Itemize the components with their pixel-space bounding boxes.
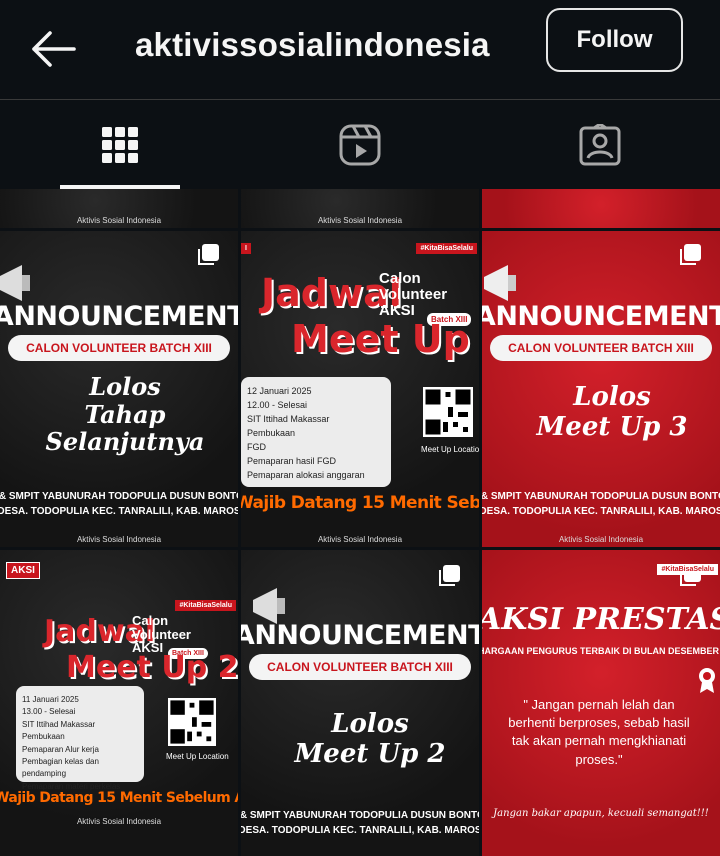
qr-code: [168, 698, 216, 746]
event-place: SIT Ittihad Makassar: [22, 719, 96, 729]
agenda-item: Pembukaan: [22, 732, 65, 742]
post-thumbnail[interactable]: #KitaBisaSelalu AKSI PRESTASI HARGAAN PE…: [482, 550, 720, 856]
profile-tabs: [0, 101, 720, 189]
post-thumbnail[interactable]: ANNOUNCEMENT CALON VOLUNTEER BATCH XIII …: [241, 550, 479, 856]
meetup-heading: Meet Up 3: [291, 317, 479, 361]
tab-tagged[interactable]: [480, 101, 720, 189]
address-line: T & SMPIT YABUNURAH TODOPULIA DUSUN BONT…: [0, 491, 238, 502]
aksi-corner-badge: I: [241, 243, 251, 254]
prestasi-footer: Jangan bakar apapun, kecuali semangat!!!: [493, 808, 709, 819]
prestasi-heading: AKSI PRESTASI: [482, 602, 720, 637]
script-line: Lolos: [573, 382, 651, 412]
script-heading: Lolos Tahap Selanjutnya: [30, 373, 220, 456]
reels-icon: [339, 124, 381, 166]
event-time: 13.00 - Selesai: [22, 707, 76, 717]
post-footer-label: Aktivis Sosial Indonesia: [76, 535, 162, 544]
post-thumbnail[interactable]: Aktivis Sosial Indonesia: [241, 189, 479, 228]
script-line: Selanjutnya: [45, 427, 205, 457]
hashtag-badge: #KitaBisaSelalu: [416, 243, 477, 254]
agenda-item: Pembukaan: [247, 427, 296, 438]
event-date: 11 Januari 2025: [22, 695, 79, 704]
batch-pill: CALON VOLUNTEER BATCH XIII: [490, 335, 712, 361]
grid-icon: [102, 127, 138, 163]
qr-code: [423, 387, 473, 437]
back-button[interactable]: [26, 26, 78, 72]
post-thumbnail[interactable]: Aktivis Sosial Indonesia: [0, 189, 238, 228]
agenda-item: Pemaparan Alur kerja: [22, 744, 99, 754]
script-line: Lolos: [331, 709, 409, 739]
calon-text: Calon: [379, 270, 421, 287]
multiple-images-icon: [439, 565, 460, 586]
announcement-heading: ANNOUNCEMENT: [482, 301, 720, 332]
reminder-text: Wajib Datang 15 Menit Sebelum Acara: [0, 790, 238, 806]
address-text: T & SMPIT YABUNURAH TODOPULIA DUSUN BONT…: [241, 808, 479, 838]
profile-username: aktivissosialindonesia: [135, 26, 490, 63]
post-footer-label: Aktivis Sosial Indonesia: [558, 535, 644, 544]
announcement-heading: ANNOUNCEMENT: [241, 620, 479, 651]
follow-button[interactable]: Follow: [546, 8, 683, 72]
batch-pill: CALON VOLUNTEER BATCH XIII: [249, 654, 471, 680]
meetup-heading: Meet Up 2: [66, 650, 238, 685]
profile-header: aktivissosialindonesia Follow: [0, 0, 720, 100]
volunteer-text: Volunteer: [379, 285, 448, 303]
agenda-item: Pemaparan alokasi anggaran: [247, 469, 365, 480]
medal-icon: [699, 668, 715, 693]
megaphone-icon: [484, 265, 516, 301]
event-info-card: 12 Januari 2025 12.00 - Selesai SIT Itti…: [241, 377, 391, 487]
script-line: Meet Up 3: [536, 411, 688, 442]
post-thumbnail[interactable]: AKSI #KitaBisaSelalu Jadwal Calon Volunt…: [0, 550, 238, 856]
address-line: T & SMPIT YABUNURAH TODOPULIA DUSUN BONT…: [482, 491, 720, 502]
hashtag-badge: #KitaBisaSelalu: [175, 600, 236, 611]
batch-pill: CALON VOLUNTEER BATCH XIII: [8, 335, 230, 361]
script-heading: Lolos Meet Up 2: [285, 709, 455, 770]
prestasi-quote: " Jangan pernah lelah dan berhenti berpr…: [508, 697, 690, 767]
address-line: DESA. TODOPULIA KEC. TANRALILI, KAB. MAR…: [0, 506, 238, 517]
post-thumbnail[interactable]: ANNOUNCEMENT CALON VOLUNTEER BATCH XIII …: [482, 231, 720, 547]
address-text: T & SMPIT YABUNURAH TODOPULIA DUSUN BONT…: [0, 489, 238, 519]
posts-grid: Aktivis Sosial Indonesia Aktivis Sosial …: [0, 189, 720, 856]
address-text: T & SMPIT YABUNURAH TODOPULIA DUSUN BONT…: [482, 489, 720, 519]
calon-volunteer-text: Calon Volunteer AKSI: [379, 271, 447, 318]
script-line: Meet Up 2: [294, 738, 446, 769]
post-footer-label: Aktivis Sosial Indonesia: [76, 216, 162, 225]
qr-caption: Meet Up Location: [421, 445, 479, 454]
event-place: SIT Ittihad Makassar: [247, 413, 330, 424]
agenda-item: Pemaparan hasil FGD: [247, 455, 337, 466]
post-thumbnail[interactable]: I #KitaBisaSelalu Jadwal Calon Volunteer…: [241, 231, 479, 547]
prestasi-subheading: HARGAAN PENGURUS TERBAIK DI BULAN DESEMB…: [482, 646, 720, 656]
script-heading: Lolos Meet Up 3: [522, 382, 702, 443]
address-line: DESA. TODOPULIA KEC. TANRALILI, KAB. MAR…: [241, 825, 479, 836]
hashtag-badge: #KitaBisaSelalu: [657, 564, 718, 575]
arrow-left-icon: [32, 31, 76, 67]
announcement-heading: ANNOUNCEMENT: [0, 301, 238, 332]
multiple-images-icon: [680, 244, 701, 265]
agenda-item: Pembagian kelas dan pendamping: [22, 756, 99, 779]
post-footer-label: Aktivis Sosial Indonesia: [317, 216, 403, 225]
post-footer-label: Aktivis Sosial Indonesia: [317, 535, 403, 544]
address-line: DESA. TODOPULIA KEC. TANRALILI, KAB. MAR…: [482, 506, 720, 517]
agenda-item: FGD: [247, 441, 266, 452]
multiple-images-icon: [198, 244, 219, 265]
qr-caption: Meet Up Location: [166, 752, 229, 761]
post-footer-label: Aktivis Sosial Indonesia: [76, 817, 162, 826]
script-line: Lolos: [89, 372, 161, 401]
post-thumbnail[interactable]: ANNOUNCEMENT CALON VOLUNTEER BATCH XIII …: [0, 231, 238, 547]
post-thumbnail[interactable]: [482, 189, 720, 228]
script-line: Tahap: [84, 399, 166, 429]
event-time: 12.00 - Selesai: [247, 399, 308, 410]
event-info-card: 11 Januari 2025 13.00 - Selesai SIT Itti…: [16, 686, 144, 791]
tab-reels[interactable]: [240, 101, 480, 189]
tagged-icon: [579, 124, 621, 166]
volunteer-text: Volunteer: [132, 626, 191, 642]
tab-posts[interactable]: [0, 101, 240, 189]
aksi-logo-badge: AKSI: [6, 562, 40, 579]
event-date: 12 Januari 2025: [247, 386, 312, 396]
reminder-text: Wajib Datang 15 Menit Sebelum Acara: [241, 493, 479, 513]
address-line: T & SMPIT YABUNURAH TODOPULIA DUSUN BONT…: [241, 810, 479, 821]
calon-text: Calon: [132, 613, 169, 628]
megaphone-icon: [0, 265, 30, 301]
